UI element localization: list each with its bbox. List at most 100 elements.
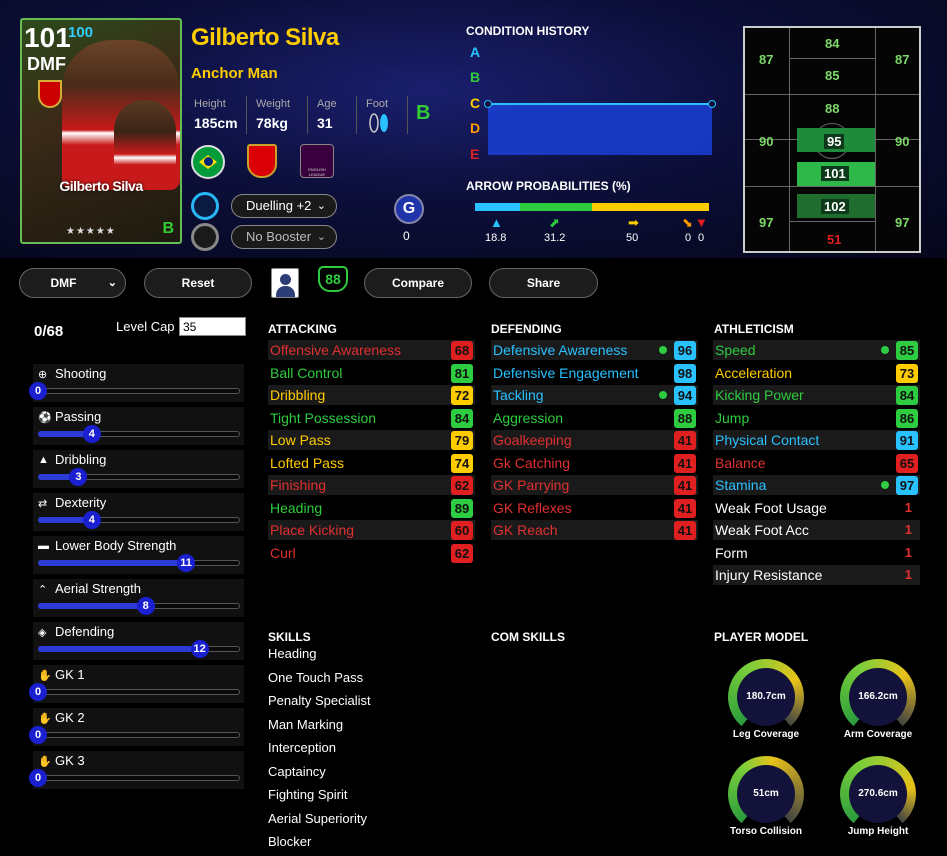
- club-crest-icon: [38, 80, 62, 108]
- divider: [246, 96, 247, 134]
- condition-point: [484, 100, 492, 108]
- progression-label: GK 2: [55, 710, 85, 725]
- progression-knob[interactable]: 0: [29, 382, 47, 400]
- card-name: Gilberto Silva: [59, 178, 143, 194]
- ball-icon: ⚽: [38, 412, 52, 424]
- progression-label: Dexterity: [55, 495, 107, 510]
- compare-button[interactable]: Compare: [364, 268, 472, 298]
- progression-knob[interactable]: 12: [190, 640, 209, 658]
- stat-row: GK Parrying 41: [491, 475, 698, 495]
- progression-slider[interactable]: [38, 775, 240, 781]
- arrow-bar-segment: [475, 203, 520, 211]
- skill-item: Blocker: [268, 834, 312, 849]
- height-label: Height: [194, 98, 226, 110]
- skill-item: Man Marking: [268, 716, 344, 732]
- card-overall: 101: [24, 22, 71, 53]
- gauge-label: Jump Height: [847, 826, 909, 837]
- stat-label: Ball Control: [270, 364, 343, 381]
- progression-knob[interactable]: 0: [29, 726, 47, 744]
- progression-slider[interactable]: [38, 689, 240, 695]
- skill-item: Interception: [268, 740, 336, 755]
- gauge-leg-coverage: 180.7cm: [728, 659, 804, 735]
- stat-value: 41: [674, 498, 696, 518]
- arrow-probabilities-title: ARROW PROBABILITIES (%): [466, 179, 631, 193]
- progression-slider[interactable]: [38, 732, 240, 738]
- progression-label: GK 1: [55, 667, 85, 682]
- status-dot-icon: [659, 391, 667, 399]
- gauge-value: 51cm: [737, 765, 795, 823]
- stat-value: 41: [674, 453, 696, 473]
- stat-label: Dribbling: [270, 387, 326, 403]
- gauge-value: 180.7cm: [737, 668, 795, 726]
- progression-row: ✋ GK 2 0: [29, 708, 244, 746]
- stat-row: Lofted Pass 74: [268, 453, 475, 473]
- stat-value: 1: [904, 544, 912, 560]
- skill-item: Aerial Superiority: [268, 810, 367, 826]
- progression-knob[interactable]: 11: [177, 554, 196, 572]
- pitch-rating: 101: [821, 166, 849, 181]
- stat-row: Tight Possession 84: [268, 408, 475, 428]
- stat-label: Offensive Awareness: [270, 342, 402, 358]
- skill-item: Penalty Specialist: [268, 693, 371, 708]
- arrow-down-right-icon: ⬊: [682, 215, 693, 230]
- progression-knob[interactable]: 4: [82, 425, 101, 443]
- condition-point: [708, 100, 716, 108]
- progression-knob[interactable]: 0: [29, 683, 47, 701]
- pitch-rating: 90: [759, 134, 774, 149]
- position-select[interactable]: DMF ⌄: [19, 268, 126, 298]
- reset-button[interactable]: Reset: [144, 268, 252, 298]
- stat-row: Weak Foot Acc 1: [713, 520, 920, 540]
- progression-knob[interactable]: 8: [136, 597, 155, 615]
- height-value: 185cm: [194, 115, 238, 131]
- pitch-rating: 84: [825, 36, 840, 51]
- stat-value: 1: [904, 499, 912, 515]
- boot-icon: ▬: [38, 540, 49, 552]
- stat-label: Lofted Pass: [270, 454, 344, 471]
- stat-value: 72: [451, 386, 473, 405]
- pitch-rating: 97: [895, 215, 910, 230]
- arrow-value: 0: [685, 232, 692, 244]
- card-overall-alt: 100: [68, 24, 94, 41]
- progression-knob[interactable]: 3: [69, 468, 88, 486]
- gauge-label: Torso Collision: [729, 826, 803, 837]
- stat-row: Tackling 94: [491, 385, 698, 405]
- stat-label: Weak Foot Usage: [715, 499, 827, 516]
- stat-value: 88: [674, 408, 696, 428]
- player-photo-secondary: [114, 100, 176, 190]
- stat-row: Stamina 97: [713, 475, 920, 495]
- athleticism-title: ATHLETICISM: [714, 322, 794, 336]
- condition-letter-e: E: [470, 146, 480, 162]
- booster-select[interactable]: No Booster ⌄: [231, 225, 337, 249]
- progression-knob[interactable]: 0: [29, 769, 47, 787]
- gauge-value: 166.2cm: [849, 668, 907, 726]
- level-cap-input[interactable]: [179, 317, 246, 336]
- share-button[interactable]: Share: [489, 268, 598, 298]
- stat-value: 1: [904, 522, 912, 537]
- progression-fill: [38, 646, 200, 652]
- glove-icon: ✋: [38, 670, 52, 682]
- stat-label: Acceleration: [715, 364, 793, 381]
- stat-row: Low Pass 79: [268, 430, 475, 450]
- stat-label: Defensive Engagement: [493, 364, 639, 381]
- progression-row: ⚽ Passing 4: [33, 407, 244, 445]
- condition-letter-a: A: [470, 44, 481, 60]
- stat-label: Tight Possession: [270, 409, 377, 426]
- card-stars: ★★★★★: [66, 226, 116, 237]
- progression-row: ⊕ Shooting 0: [29, 364, 244, 402]
- avatar-button[interactable]: [271, 268, 299, 298]
- pitch-rating: 87: [759, 52, 774, 67]
- stat-value: 68: [451, 341, 473, 360]
- gauge-label: Arm Coverage: [843, 729, 913, 740]
- gauge-jump-height: 270.6cm: [840, 756, 916, 832]
- condition-letter-d: D: [470, 120, 481, 136]
- stat-row: Aggression 88: [491, 408, 698, 428]
- progression-label: Passing: [55, 409, 102, 424]
- stat-value: 41: [674, 431, 696, 450]
- skill-booster-select[interactable]: Duelling +2 ⌄: [231, 194, 337, 218]
- stat-label: Stamina: [715, 477, 767, 493]
- stat-value: 60: [451, 521, 473, 540]
- progression-label: Aerial Strength: [55, 581, 141, 596]
- progression-slider[interactable]: [38, 388, 240, 394]
- stat-row: Jump 86: [713, 408, 920, 428]
- progression-knob[interactable]: 4: [82, 511, 101, 529]
